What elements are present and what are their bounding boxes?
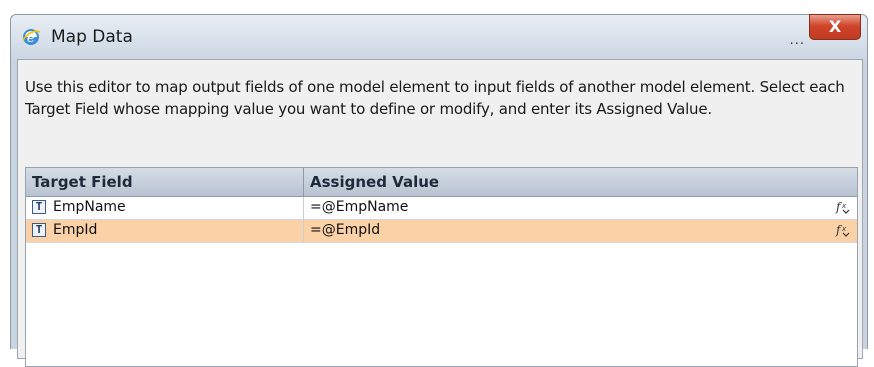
target-field-cell[interactable]: T EmpName	[26, 197, 304, 219]
table-row[interactable]: T EmpId =@EmpId f x	[26, 220, 857, 243]
assigned-value-text[interactable]: =@EmpName	[310, 199, 408, 215]
target-field-name: EmpName	[53, 199, 126, 215]
text-type-icon: T	[32, 200, 46, 214]
overflow-indicator: ...	[789, 33, 805, 48]
close-button[interactable]: X	[809, 14, 861, 40]
table-row[interactable]: T EmpName =@EmpName f x	[26, 197, 857, 220]
svg-text:x: x	[841, 202, 847, 210]
instructions-text: Use this editor to map output fields of …	[25, 78, 845, 118]
dialog-content: Use this editor to map output fields of …	[17, 59, 863, 367]
grid-header: Target Field Assigned Value	[26, 168, 857, 197]
mapping-grid: Target Field Assigned Value T EmpName =@…	[25, 167, 858, 367]
target-field-cell[interactable]: T EmpId	[26, 220, 304, 242]
function-expression-icon[interactable]: f x	[835, 222, 851, 242]
column-header-target-field[interactable]: Target Field	[26, 168, 304, 196]
target-field-name: EmpId	[53, 222, 98, 238]
close-icon: X	[828, 17, 842, 36]
column-header-assigned-value[interactable]: Assigned Value	[304, 168, 859, 196]
assigned-value-text[interactable]: =@EmpId	[310, 222, 380, 238]
internet-explorer-icon: e	[21, 27, 41, 47]
title-bar[interactable]: e Map Data ... X	[11, 14, 867, 59]
dialog-title: Map Data	[51, 27, 133, 47]
text-type-icon: T	[32, 223, 46, 237]
map-data-dialog: e Map Data ... X Use this editor to map …	[10, 14, 868, 367]
svg-text:x: x	[841, 225, 847, 233]
function-expression-icon[interactable]: f x	[835, 199, 851, 219]
